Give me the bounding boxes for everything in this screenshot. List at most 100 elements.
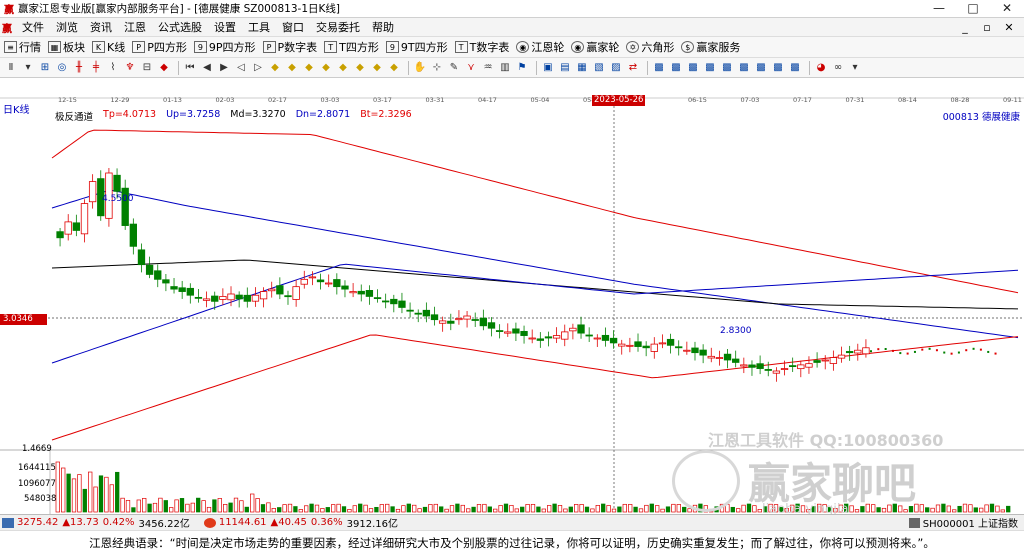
toolbar-gann-wheel[interactable]: ◉ 江恩轮 bbox=[516, 39, 564, 55]
first-page-icon[interactable]: ⏮ bbox=[183, 61, 197, 75]
mdi-close-button[interactable]: ✕ bbox=[998, 18, 1020, 37]
toolbar-kline[interactable]: K K线 bbox=[92, 39, 125, 55]
candle-body bbox=[422, 309, 431, 317]
move-icon[interactable]: ⊹ bbox=[430, 61, 444, 75]
diamond-5-icon[interactable]: ◆ bbox=[336, 61, 350, 75]
play-icon[interactable]: ▶ bbox=[217, 61, 231, 75]
menu-window[interactable]: 窗口 bbox=[276, 19, 310, 35]
window-5-icon[interactable]: ▨ bbox=[609, 61, 623, 75]
chevron-down-icon[interactable]: ▾ bbox=[21, 61, 35, 75]
diamond-3-icon[interactable]: ◆ bbox=[302, 61, 316, 75]
calendar-icon[interactable]: ▥ bbox=[498, 61, 512, 75]
volume-bar bbox=[417, 508, 422, 513]
index-selector[interactable]: SH000001 上证指数 bbox=[923, 515, 1018, 530]
index-selector-icon[interactable] bbox=[908, 517, 920, 528]
volume-bar bbox=[590, 508, 595, 513]
volume-bar bbox=[568, 506, 573, 513]
diamond-4-icon[interactable]: ◆ bbox=[319, 61, 333, 75]
volume-bar bbox=[525, 504, 530, 513]
flag-icon[interactable]: ⚑ bbox=[515, 61, 529, 75]
toolbar-t-square[interactable]: T T四方形 bbox=[324, 39, 379, 55]
mdi-minimize-button[interactable]: _ bbox=[954, 18, 976, 37]
toolbar-service[interactable]: $ 赢家服务 bbox=[681, 39, 740, 55]
tile-6-icon[interactable]: ▩ bbox=[737, 61, 751, 75]
tile-8-icon[interactable]: ▩ bbox=[771, 61, 785, 75]
volume-bar bbox=[665, 506, 671, 513]
date-tick: 02-03 bbox=[215, 96, 235, 104]
back-icon[interactable]: ◁ bbox=[234, 61, 248, 75]
band-dn-line bbox=[51, 263, 1019, 364]
mdi-restore-button[interactable]: ▫ bbox=[976, 18, 998, 37]
toolbar-sector[interactable]: ▦ 板块 bbox=[48, 39, 85, 55]
dial-icon[interactable]: ◎ bbox=[55, 61, 69, 75]
zigzag-icon[interactable]: ⋎ bbox=[464, 61, 478, 75]
menu-info[interactable]: 资讯 bbox=[84, 19, 118, 35]
cursor-icon[interactable]: Ⅱ bbox=[4, 61, 18, 75]
toolbar-t-table[interactable]: T T数字表 bbox=[454, 39, 509, 55]
transfer-icon[interactable]: ⇄ bbox=[626, 61, 640, 75]
diamond-7-icon[interactable]: ◆ bbox=[370, 61, 384, 75]
diamond-2-icon[interactable]: ◆ bbox=[285, 61, 299, 75]
menu-gann[interactable]: 江恩 bbox=[118, 19, 152, 35]
fibo-icon[interactable]: ♒ bbox=[481, 61, 495, 75]
tile-4-icon[interactable]: ▩ bbox=[703, 61, 717, 75]
globe-icon[interactable]: ◕ bbox=[814, 61, 828, 75]
red-arrow-icon[interactable]: ◆ bbox=[157, 61, 171, 75]
diamond-1-icon[interactable]: ◆ bbox=[268, 61, 282, 75]
pencil-icon[interactable]: ✎ bbox=[447, 61, 461, 75]
toolbar-quotes[interactable]: ≡ 行情 bbox=[4, 39, 41, 55]
toolbar-hexagon[interactable]: ✡ 六角形 bbox=[626, 39, 674, 55]
candle-body bbox=[569, 327, 577, 332]
window-1-icon[interactable]: ▣ bbox=[541, 61, 555, 75]
menu-trade[interactable]: 交易委托 bbox=[310, 19, 366, 35]
menu-help[interactable]: 帮助 bbox=[366, 19, 400, 35]
maximize-button[interactable]: □ bbox=[956, 0, 990, 18]
hand-icon[interactable]: ✋ bbox=[413, 61, 427, 75]
k-tool-icon[interactable]: ♆ bbox=[123, 61, 137, 75]
window-2-icon[interactable]: ▤ bbox=[558, 61, 572, 75]
menu-browse[interactable]: 浏览 bbox=[50, 19, 84, 35]
grid-tool-icon[interactable]: ⊞ bbox=[38, 61, 52, 75]
tile-3-icon[interactable]: ▩ bbox=[686, 61, 700, 75]
line-chart-icon[interactable]: ⌇ bbox=[106, 61, 120, 75]
menu-tools[interactable]: 工具 bbox=[242, 19, 276, 35]
tile-2-icon[interactable]: ▩ bbox=[669, 61, 683, 75]
toolbar-9p-square[interactable]: 9 9P四方形 bbox=[193, 39, 256, 55]
candle-body bbox=[463, 315, 471, 320]
tile-7-icon[interactable]: ▩ bbox=[754, 61, 768, 75]
sh-index-icon[interactable] bbox=[2, 517, 14, 528]
menu-formula[interactable]: 公式选股 bbox=[152, 19, 208, 35]
ruler-icon[interactable]: ⊟ bbox=[140, 61, 154, 75]
toolbar-9t-square[interactable]: 9 9T四方形 bbox=[385, 39, 448, 55]
volume-bar bbox=[331, 504, 336, 513]
toolbar-winner-wheel[interactable]: ◉ 赢家轮 bbox=[571, 39, 619, 55]
toolbar-p-square[interactable]: P P四方形 bbox=[132, 39, 187, 55]
mdi-controls: _ ▫ ✕ bbox=[954, 18, 1020, 37]
diamond-6-icon[interactable]: ◆ bbox=[353, 61, 367, 75]
more-icon[interactable]: ▾ bbox=[848, 61, 862, 75]
sz-index-icon[interactable] bbox=[203, 517, 216, 528]
menu-bar: 赢 文件 浏览 资讯 江恩 公式选股 设置 工具 窗口 交易委托 帮助 bbox=[0, 18, 1024, 37]
infinity-icon[interactable]: ∞ bbox=[831, 61, 845, 75]
sh-index-quote[interactable]: 3275.42 ▲13.73 0.42% 3456.22亿 bbox=[17, 515, 190, 530]
bar-icon[interactable]: ╪ bbox=[89, 61, 103, 75]
forward-icon[interactable]: ▷ bbox=[251, 61, 265, 75]
close-button[interactable]: ✕ bbox=[990, 0, 1024, 18]
tile-1-icon[interactable]: ▩ bbox=[652, 61, 666, 75]
menu-file[interactable]: 文件 bbox=[16, 19, 50, 35]
tile-5-icon[interactable]: ▩ bbox=[720, 61, 734, 75]
minimize-button[interactable]: — bbox=[922, 0, 956, 18]
volume-bar bbox=[449, 505, 455, 513]
kline-chart-panel[interactable]: 12-15 12-29 01-13 02-03 02-17 03-03 03-17 03-31… bbox=[0, 78, 1024, 517]
volume-bar bbox=[682, 506, 687, 513]
volume-bar bbox=[979, 507, 984, 513]
sz-index-quote[interactable]: 11144.61 ▲40.45 0.36% 3912.16亿 bbox=[219, 515, 398, 530]
diamond-8-icon[interactable]: ◆ bbox=[387, 61, 401, 75]
tile-9-icon[interactable]: ▩ bbox=[788, 61, 802, 75]
window-3-icon[interactable]: ▦ bbox=[575, 61, 589, 75]
prev-page-icon[interactable]: ◀ bbox=[200, 61, 214, 75]
window-4-icon[interactable]: ▧ bbox=[592, 61, 606, 75]
candle-icon[interactable]: ╫ bbox=[72, 61, 86, 75]
toolbar-p-table[interactable]: P P数字表 bbox=[262, 39, 317, 55]
menu-settings[interactable]: 设置 bbox=[208, 19, 242, 35]
